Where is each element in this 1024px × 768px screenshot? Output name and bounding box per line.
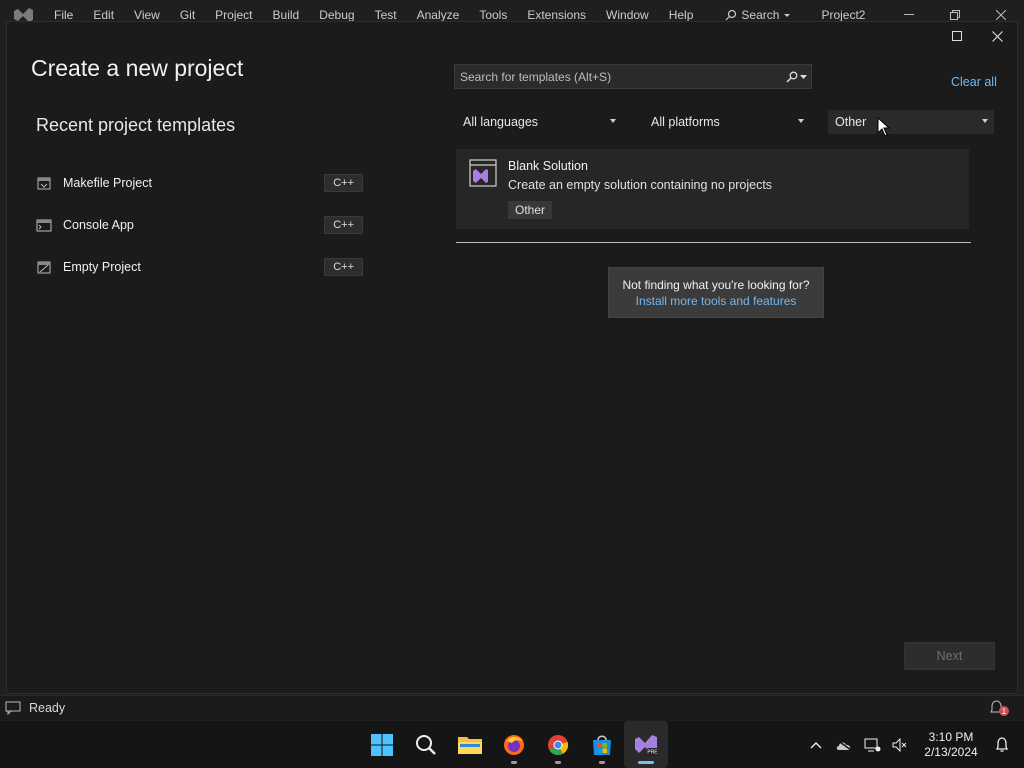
recent-template-makefile-project[interactable]: Makefile Project C++ <box>36 162 366 204</box>
template-name: Blank Solution <box>508 159 588 173</box>
next-button[interactable]: Next <box>904 642 995 670</box>
bell-icon <box>995 736 1009 752</box>
chevron-down-icon <box>784 13 791 17</box>
chrome-icon <box>548 734 569 755</box>
not-finding-question: Not finding what you're looking for? <box>622 278 810 292</box>
status-comment-icon <box>5 701 21 715</box>
install-more-tools-link[interactable]: Install more tools and features <box>609 294 823 308</box>
notification-bell-icon[interactable]: 1 <box>988 699 1010 717</box>
clock-time: 3:10 PM <box>928 729 974 744</box>
running-indicator <box>555 761 561 764</box>
platform-filter-dropdown[interactable]: All platforms <box>644 110 810 134</box>
results-divider <box>456 242 971 243</box>
show-hidden-icons-button[interactable] <box>802 721 830 768</box>
search-options-button[interactable] <box>781 65 811 88</box>
recent-templates-list: Makefile Project C++ Console App C++ Emp… <box>36 162 366 288</box>
platform-filter-value: All platforms <box>651 115 720 129</box>
windows-taskbar: PRE 3:10 PM 2/13/2024 <box>0 721 1024 768</box>
create-project-dialog: Create a new project Recent project temp… <box>6 21 1018 694</box>
template-search-box <box>454 64 812 89</box>
template-description: Create an empty solution containing no p… <box>508 178 773 192</box>
clear-all-link[interactable]: Clear all <box>951 75 997 89</box>
search-icon <box>416 734 436 755</box>
chevron-down-icon <box>799 74 807 79</box>
notification-count: 1 <box>1002 707 1007 716</box>
recent-templates-heading: Recent project templates <box>36 115 236 135</box>
menu-search-label: Search <box>741 8 780 22</box>
clock-date: 2/13/2024 <box>924 744 978 759</box>
search-icon <box>785 71 797 83</box>
empty-project-icon <box>37 261 51 274</box>
language-badge: C++ <box>324 258 363 276</box>
taskbar-search[interactable] <box>404 721 448 768</box>
project-type-filter-dropdown[interactable]: Other <box>828 110 994 134</box>
status-bar: Ready 1 <box>0 695 1024 720</box>
start-icon <box>371 733 393 756</box>
chevron-down-icon <box>982 119 988 123</box>
taskbar-chrome[interactable] <box>536 721 580 768</box>
chevron-up-icon <box>810 741 822 748</box>
status-text: Ready <box>29 701 66 715</box>
file-explorer-icon <box>458 736 482 754</box>
recent-template-name: Makefile Project <box>63 176 152 190</box>
microsoft-store-icon <box>593 735 611 755</box>
project-type-filter-value: Other <box>835 115 867 129</box>
onedrive-cloud-icon <box>836 738 852 751</box>
taskbar-start[interactable] <box>360 721 404 768</box>
blank-solution-icon <box>469 159 497 187</box>
console-app-icon <box>36 219 52 232</box>
not-finding-box: Not finding what you're looking for? Ins… <box>608 267 824 318</box>
close-icon[interactable] <box>977 22 1017 50</box>
recent-template-name: Console App <box>63 218 134 232</box>
template-result-blank-solution[interactable]: Blank Solution Create an empty solution … <box>456 149 969 229</box>
running-indicator <box>511 761 517 764</box>
project-title: Project2 <box>821 8 866 22</box>
chevron-down-icon <box>610 119 616 123</box>
page-title: Create a new project <box>31 55 244 81</box>
mouse-cursor-icon <box>877 117 891 137</box>
taskbar-microsoft-store[interactable] <box>580 721 624 768</box>
maximize-icon[interactable] <box>937 22 977 50</box>
recent-template-empty-project[interactable]: Empty Project C++ <box>36 246 366 288</box>
dialog-window-controls <box>937 22 1017 50</box>
taskbar-apps: PRE <box>360 721 668 768</box>
recent-template-console-app[interactable]: Console App C++ <box>36 204 366 246</box>
template-search-input[interactable] <box>460 69 781 84</box>
taskbar-firefox[interactable] <box>492 721 536 768</box>
running-indicator <box>599 761 605 764</box>
firefox-icon <box>504 734 524 755</box>
network-button[interactable] <box>858 721 886 768</box>
language-filter-dropdown[interactable]: All languages <box>456 110 622 134</box>
onedrive-button[interactable] <box>830 721 858 768</box>
taskbar-clock[interactable]: 3:10 PM 2/13/2024 <box>916 730 986 760</box>
visual-studio-preview-icon: PRE <box>635 734 658 755</box>
template-tag: Other <box>508 201 553 219</box>
search-icon <box>725 9 737 21</box>
chevron-down-icon <box>798 119 804 123</box>
recent-template-name: Empty Project <box>63 260 141 274</box>
svg-text:PRE: PRE <box>647 749 658 755</box>
makefile-project-icon <box>37 177 51 190</box>
volume-button[interactable] <box>886 721 914 768</box>
language-filter-value: All languages <box>463 115 539 129</box>
notifications-button[interactable] <box>988 721 1016 768</box>
volume-muted-icon <box>892 737 907 752</box>
taskbar-visual-studio-preview[interactable]: PRE <box>624 721 668 768</box>
network-icon <box>864 738 881 751</box>
language-badge: C++ <box>324 216 363 234</box>
running-indicator <box>638 761 654 764</box>
language-badge: C++ <box>324 174 363 192</box>
menu-search-button[interactable]: Search <box>725 8 791 22</box>
system-tray: 3:10 PM 2/13/2024 <box>802 721 1024 768</box>
taskbar-file-explorer[interactable] <box>448 721 492 768</box>
